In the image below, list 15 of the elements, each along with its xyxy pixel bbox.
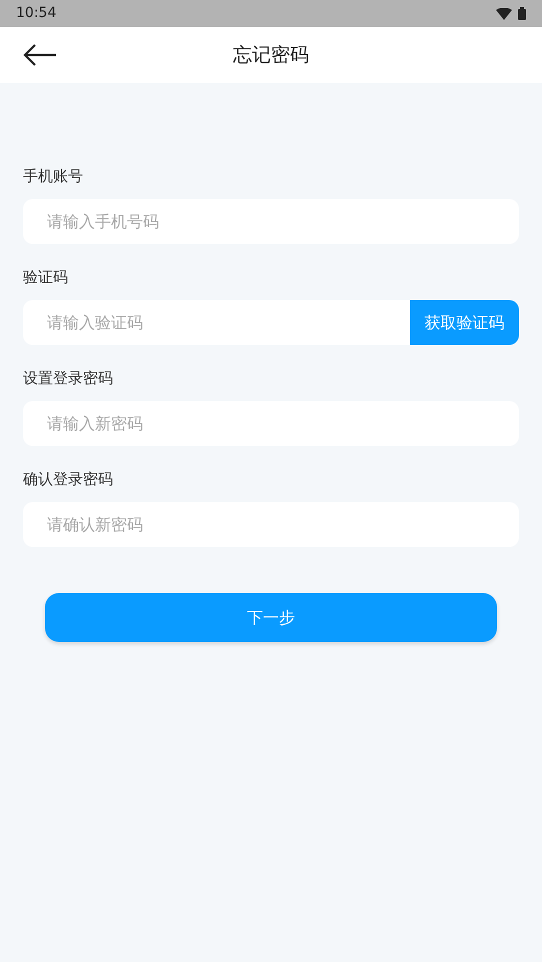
back-arrow-icon <box>23 44 57 66</box>
field-label: 验证码 <box>23 267 69 288</box>
input-field[interactable]: 请确认新密码 <box>23 502 519 547</box>
status-time: 10:54 <box>16 4 56 23</box>
wifi-icon <box>496 8 512 20</box>
field-label: 手机账号 <box>23 166 84 187</box>
next-button[interactable]: 下一步 <box>45 593 497 642</box>
get-code-button[interactable]: 获取验证码 <box>410 300 519 345</box>
field-label: 设置登录密码 <box>23 368 114 389</box>
battery-icon <box>518 7 526 20</box>
input-field[interactable]: 请输入验证码 <box>23 300 410 345</box>
page-title: 忘记密码 <box>233 42 309 68</box>
input-field[interactable]: 请输入手机号码 <box>23 199 519 244</box>
input-field[interactable]: 请输入新密码 <box>23 401 519 446</box>
field-label: 确认登录密码 <box>23 469 114 490</box>
